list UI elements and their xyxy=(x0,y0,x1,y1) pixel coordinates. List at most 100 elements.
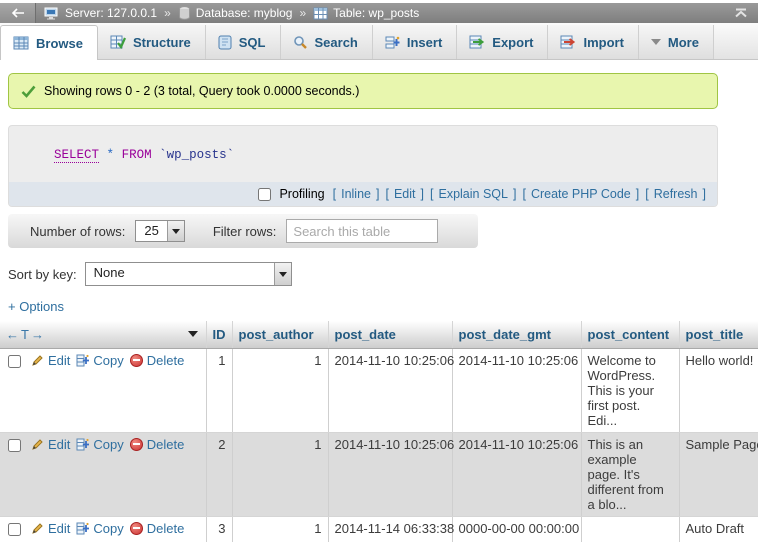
breadcrumb-separator: » xyxy=(162,6,173,20)
column-header-id[interactable]: ID xyxy=(206,321,232,348)
pencil-icon xyxy=(31,438,44,451)
delete-row-link[interactable]: Delete xyxy=(130,353,185,368)
sql-keyword-select[interactable]: SELECT xyxy=(54,148,99,163)
column-actions-header: ←T→ xyxy=(0,321,206,348)
tab-sql-label: SQL xyxy=(239,35,266,50)
cell-post-date: 2014-11-10 10:25:06 xyxy=(328,432,452,516)
row-select-checkbox[interactable] xyxy=(8,439,21,452)
edit-row-link[interactable]: Edit xyxy=(31,353,70,368)
delete-row-link[interactable]: Delete xyxy=(130,521,185,536)
table-row: Edit Copy Delete 2 1 2014-11-10 10:25:06… xyxy=(0,432,758,516)
tab-search[interactable]: Search xyxy=(281,25,373,59)
cell-id: 3 xyxy=(206,516,232,542)
structure-icon xyxy=(110,35,126,49)
bracket: ] xyxy=(635,187,640,201)
bracket: ] xyxy=(702,187,707,201)
copy-icon xyxy=(76,354,89,367)
sql-query: SELECT * FROM `wp_posts` xyxy=(9,126,717,182)
options-toggle-link[interactable]: + Options xyxy=(8,299,64,314)
export-icon xyxy=(469,35,485,49)
bracket: [ xyxy=(332,187,337,201)
bracket: [ xyxy=(429,187,434,201)
bracket: ] xyxy=(512,187,517,201)
status-message: Showing rows 0 - 2 (3 total, Query took … xyxy=(8,73,718,109)
filter-rows-input[interactable] xyxy=(286,219,438,243)
nav-panel-toggle[interactable] xyxy=(0,3,36,23)
filter-rows-label: Filter rows: xyxy=(213,224,277,239)
table-icon xyxy=(313,7,328,20)
table-row: Edit Copy Delete 1 1 2014-11-10 10:25:06… xyxy=(0,348,758,432)
cell-post-title: Auto Draft xyxy=(679,516,758,542)
refresh-link[interactable]: Refresh xyxy=(654,187,698,201)
delete-icon xyxy=(130,438,143,451)
tab-import[interactable]: Import xyxy=(548,25,638,59)
success-check-icon xyxy=(21,85,36,98)
row-select-checkbox[interactable] xyxy=(8,523,21,536)
tab-insert[interactable]: Insert xyxy=(373,25,457,59)
num-rows-label: Number of rows: xyxy=(30,224,125,239)
breadcrumb-bar: Server: 127.0.0.1 » Database: myblog » T… xyxy=(0,3,758,23)
left-arrow-icon xyxy=(11,8,25,18)
breadcrumb-table[interactable]: Table: wp_posts xyxy=(333,6,419,20)
tab-export[interactable]: Export xyxy=(457,25,548,59)
sort-by-key-select[interactable]: None xyxy=(85,262,292,286)
column-header-post-date[interactable]: post_date xyxy=(328,321,452,348)
sql-star: * xyxy=(107,148,115,162)
explain-sql-link[interactable]: Explain SQL xyxy=(438,187,507,201)
edit-query-link[interactable]: Edit xyxy=(394,187,416,201)
delete-icon xyxy=(130,522,143,535)
tab-insert-label: Insert xyxy=(407,35,442,50)
edit-row-link[interactable]: Edit xyxy=(31,437,70,452)
breadcrumb: Server: 127.0.0.1 » Database: myblog » T… xyxy=(36,6,724,20)
header-row: ←T→ ID post_author post_date post_date_g… xyxy=(0,321,758,348)
database-icon xyxy=(178,6,191,20)
search-icon xyxy=(293,35,308,50)
sql-table-ref: `wp_posts` xyxy=(159,148,234,162)
breadcrumb-database[interactable]: Database: myblog xyxy=(196,6,293,20)
cell-post-title: Hello world! xyxy=(679,348,758,432)
breadcrumb-server[interactable]: Server: 127.0.0.1 xyxy=(65,6,157,20)
delete-row-link[interactable]: Delete xyxy=(130,437,185,452)
cell-id: 1 xyxy=(206,348,232,432)
create-php-code-link[interactable]: Create PHP Code xyxy=(531,187,631,201)
cell-post-content: This is an example page. It's different … xyxy=(581,432,679,516)
import-icon xyxy=(560,35,576,49)
bracket: ] xyxy=(375,187,380,201)
column-nav-controls[interactable]: ←T→ xyxy=(6,327,46,342)
column-header-post-content[interactable]: post_content xyxy=(581,321,679,348)
profiling-checkbox[interactable] xyxy=(258,188,271,201)
tab-structure-label: Structure xyxy=(133,35,191,50)
inline-link[interactable]: Inline xyxy=(341,187,371,201)
column-actions-caret-icon[interactable] xyxy=(188,331,198,337)
tab-sql[interactable]: SQL xyxy=(206,25,281,59)
copy-row-link[interactable]: Copy xyxy=(76,437,123,452)
num-rows-select[interactable]: 25 xyxy=(135,220,184,242)
column-header-post-author[interactable]: post_author xyxy=(232,321,328,348)
bracket: [ xyxy=(521,187,526,201)
collapse-top-button[interactable] xyxy=(724,8,758,18)
cell-post-date: 2014-11-10 10:25:06 xyxy=(328,348,452,432)
query-toolbar: Profiling [ Inline ] [ Edit ] [ Explain … xyxy=(9,182,717,206)
column-header-post-title[interactable]: post_title xyxy=(679,321,758,348)
sort-by-key-label: Sort by key: xyxy=(8,267,77,282)
dropdown-arrow-icon xyxy=(167,221,184,241)
column-header-post-date-gmt[interactable]: post_date_gmt xyxy=(452,321,581,348)
browse-icon xyxy=(13,36,29,50)
bracket: [ xyxy=(644,187,649,201)
tab-more[interactable]: More xyxy=(639,25,714,59)
copy-row-link[interactable]: Copy xyxy=(76,353,123,368)
sort-by-key-row: Sort by key: None xyxy=(8,262,758,286)
row-select-checkbox[interactable] xyxy=(8,355,21,368)
edit-row-link[interactable]: Edit xyxy=(31,521,70,536)
insert-icon xyxy=(385,35,400,50)
server-icon xyxy=(44,7,60,20)
cell-post-author: 1 xyxy=(232,516,328,542)
bracket: [ xyxy=(384,187,389,201)
table-row: Edit Copy Delete 3 1 2014-11-14 06:33:38… xyxy=(0,516,758,542)
copy-row-link[interactable]: Copy xyxy=(76,521,123,536)
tab-structure[interactable]: Structure xyxy=(98,25,206,59)
sql-icon xyxy=(218,35,232,50)
tab-browse[interactable]: Browse xyxy=(0,25,98,60)
cell-post-content xyxy=(581,516,679,542)
cell-post-author: 1 xyxy=(232,432,328,516)
